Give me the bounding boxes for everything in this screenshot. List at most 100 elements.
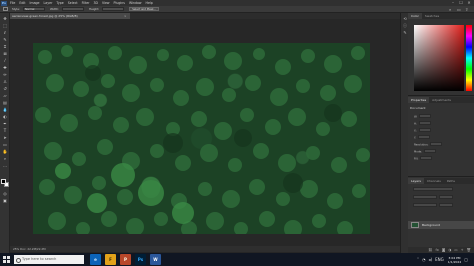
layer-row[interactable]: Background [408, 221, 474, 229]
tab-color[interactable]: Color [408, 13, 422, 19]
menu-file[interactable]: File [10, 1, 15, 5]
lasso-icon[interactable]: ℓ [2, 30, 8, 35]
file-explorer-app-icon[interactable]: F [105, 254, 116, 265]
move-tool-icon[interactable]: ✥ [2, 16, 8, 21]
tab-paths[interactable]: Paths [444, 178, 458, 184]
fill-field[interactable] [439, 203, 453, 207]
edge-app-icon[interactable]: e [90, 254, 101, 265]
prop-height-field[interactable] [418, 121, 431, 125]
link-layers-icon[interactable]: ⛓ [428, 248, 432, 252]
network-icon[interactable]: ◔ [422, 257, 426, 262]
layer-style-icon[interactable]: fx [436, 248, 439, 252]
word-app-icon[interactable]: W [150, 254, 161, 265]
notifications-icon[interactable]: ▢ [464, 257, 468, 262]
menu-type[interactable]: Type [56, 1, 63, 5]
prop-width-field[interactable] [419, 114, 432, 118]
layer-filter-row [411, 187, 453, 192]
screen-mode-icon[interactable]: ▣ [2, 198, 8, 203]
lock-buttons[interactable] [413, 203, 437, 207]
new-group-icon[interactable]: ▭ [454, 248, 457, 252]
delete-layer-icon[interactable]: 🗑 [467, 248, 471, 252]
right-panels: Color Swatches Properties Adjustments Do… [408, 13, 474, 253]
style-select[interactable]: Normal [22, 7, 45, 11]
prop-mode-label: Mode: [414, 150, 422, 154]
language-indicator[interactable]: ENG [435, 257, 444, 262]
crop-icon[interactable]: ⌗ [2, 44, 8, 49]
path-select-icon[interactable]: ➤ [2, 135, 8, 140]
width-field[interactable] [62, 7, 85, 11]
tab-channels[interactable]: Channels [424, 178, 444, 184]
quick-mask-icon[interactable]: ◎ [2, 191, 8, 196]
eyedropper-icon[interactable]: ⁄ [2, 58, 8, 63]
adjustment-layer-icon[interactable]: ◑ [448, 248, 451, 252]
healing-brush-icon[interactable]: ✚ [2, 65, 8, 70]
prop-mode-select[interactable] [423, 149, 436, 153]
opacity-field[interactable] [439, 195, 453, 199]
hand-icon[interactable]: ✋ [2, 149, 8, 154]
marquee-tool-icon[interactable] [3, 7, 8, 11]
tab-properties[interactable]: Properties [408, 97, 430, 103]
forest-photo[interactable] [33, 43, 370, 234]
clone-stamp-icon[interactable]: ♙ [2, 79, 8, 84]
menu-window[interactable]: Window [129, 1, 142, 5]
menu-image[interactable]: Image [30, 1, 40, 5]
height-field[interactable] [102, 7, 125, 11]
dodge-icon[interactable]: ◐ [2, 114, 8, 119]
prop-width-label: W: [414, 115, 418, 119]
blend-mode-select[interactable] [413, 195, 437, 199]
tab-swatches[interactable]: Swatches [422, 13, 442, 19]
brush-icon[interactable]: ✏ [2, 72, 8, 77]
volume-icon[interactable]: ◂) [429, 257, 433, 262]
menu-plugins[interactable]: Plugins [114, 1, 125, 5]
menu-filter[interactable]: Filter [82, 1, 90, 5]
new-layer-icon[interactable]: + [461, 248, 464, 252]
windows-start-icon[interactable] [3, 256, 10, 263]
search-icon[interactable]: ⌕ [449, 7, 454, 12]
type-tool-icon[interactable]: T [2, 128, 8, 133]
prop-resolution-row: Resolution: [414, 142, 443, 147]
photoshop-logo-icon[interactable]: Ps [1, 0, 7, 6]
layer-thumbnail [411, 222, 419, 228]
menu-layer[interactable]: Layer [44, 1, 53, 5]
prop-fill-select[interactable] [420, 156, 433, 160]
show-hidden-icons-icon[interactable]: ˄ [417, 257, 419, 262]
forest-canopy-texture [35, 45, 370, 234]
taskbar-search-input[interactable]: Type here to search [14, 255, 84, 264]
gradient-icon[interactable]: ▤ [2, 100, 8, 105]
workspace-icon[interactable]: ▭ [457, 7, 462, 12]
prop-y-field[interactable] [418, 135, 431, 139]
taskbar-clock[interactable]: 3:04 PM 1/1/2024 [448, 256, 461, 264]
history-brush-icon[interactable]: ↺ [2, 86, 8, 91]
canvas-area[interactable] [10, 19, 400, 246]
eraser-icon[interactable]: ▱ [2, 93, 8, 98]
blur-icon[interactable]: 💧 [2, 107, 8, 112]
prop-resolution-field[interactable] [430, 142, 443, 146]
tab-adjustments[interactable]: Adjustments [429, 97, 454, 103]
rectangle-icon[interactable]: ▭ [2, 142, 8, 147]
quick-select-icon[interactable]: ✎ [2, 37, 8, 42]
photoshop-app-icon[interactable]: Ps [135, 254, 146, 265]
properties-title: Document [410, 106, 426, 110]
layer-filter-select[interactable] [413, 187, 453, 191]
zoom-icon[interactable]: ⌕ [2, 156, 8, 161]
select-and-mask-button[interactable]: Select and Mask... [129, 7, 159, 11]
prop-y-row: Y: [414, 135, 431, 140]
tab-layers[interactable]: Layers [408, 178, 424, 184]
share-icon[interactable]: ⇪ [465, 7, 470, 12]
add-mask-icon[interactable]: ◙ [442, 248, 445, 252]
menu-view[interactable]: View [102, 1, 110, 5]
prop-x-field[interactable] [418, 128, 431, 132]
windows-taskbar: Type here to search e F P Ps W ˄ ◔ ◂) EN… [0, 253, 474, 266]
menu-edit[interactable]: Edit [19, 1, 25, 5]
menu-select[interactable]: Select [68, 1, 78, 5]
frame-icon[interactable]: ⊠ [2, 51, 8, 56]
marquee-icon[interactable]: ⬚ [2, 23, 8, 28]
more-tools-icon[interactable]: … [2, 163, 8, 168]
hue-slider[interactable] [466, 25, 472, 91]
foreground-color-swatch[interactable] [1, 179, 6, 184]
menu-3d[interactable]: 3D [93, 1, 97, 5]
menu-help[interactable]: Help [146, 1, 153, 5]
color-picker-field[interactable] [414, 25, 464, 91]
pen-icon[interactable]: ✒ [2, 121, 8, 126]
powerpoint-app-icon[interactable]: P [120, 254, 131, 265]
